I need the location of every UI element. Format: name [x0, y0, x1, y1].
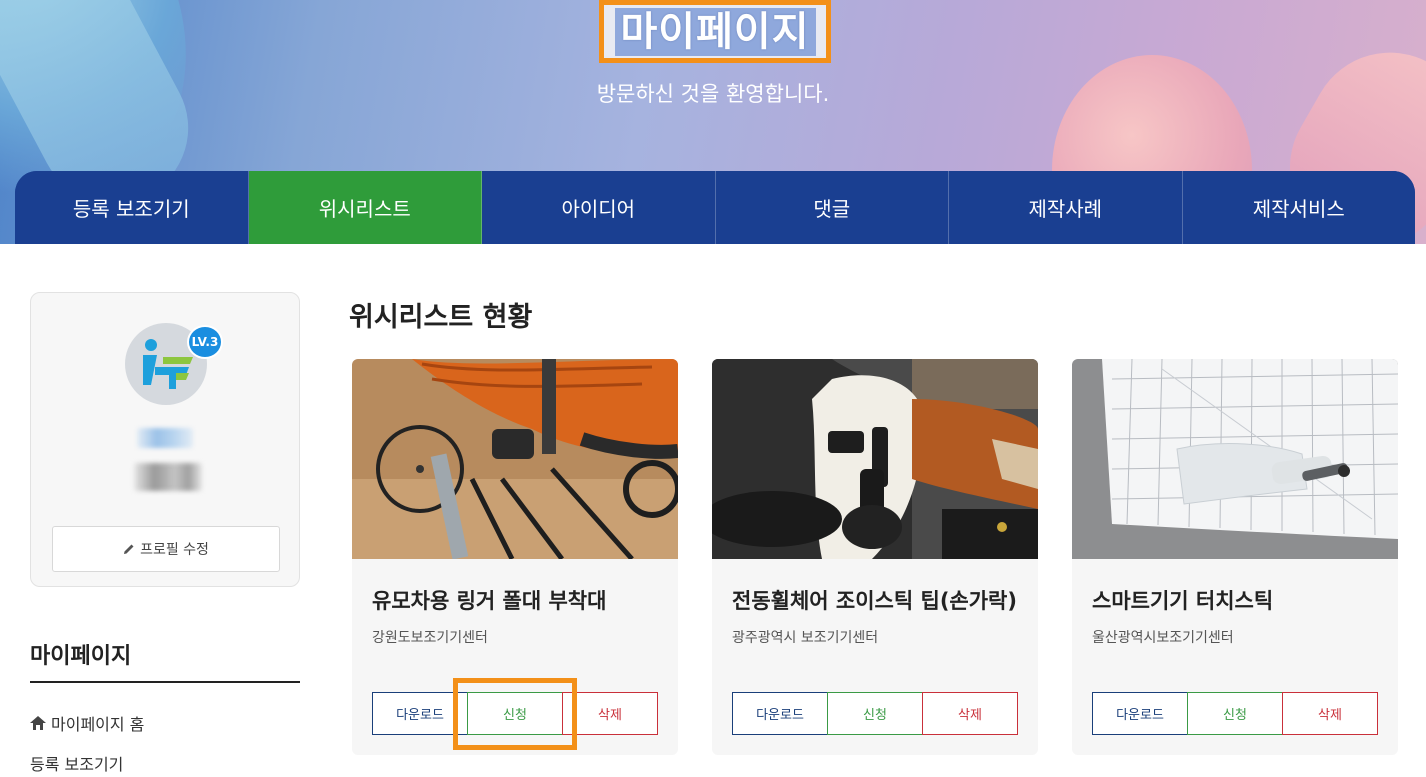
card-organization: 울산광역시보조기기센터 [1092, 630, 1234, 646]
download-button[interactable]: 다운로드 [732, 692, 828, 735]
wheelchair-joystick-tip-photo[interactable] [712, 359, 1038, 559]
blurred-username [137, 428, 193, 448]
sidebar-item-mypage-home[interactable]: 마이페이지 홈 [30, 711, 144, 735]
hero-banner: 마이페이지 방문하신 것을 환영합니다. 등록 보조기기 위시리스트 아이디어 … [0, 0, 1426, 244]
tab-comments[interactable]: 댓글 [715, 171, 949, 244]
apply-button[interactable]: 신청 [827, 692, 923, 735]
level-badge: LV.3 [187, 325, 223, 359]
delete-button[interactable]: 삭제 [1282, 692, 1378, 735]
tab-registered-devices[interactable]: 등록 보조기기 [15, 171, 249, 244]
card-actions: 다운로드 신청 삭제 [372, 692, 658, 735]
wishlist-card: 유모차용 링거 폴대 부착대 강원도보조기기센터 다운로드 신청 삭제 [352, 359, 678, 755]
apply-button[interactable]: 신청 [1187, 692, 1283, 735]
tab-production-cases[interactable]: 제작사례 [949, 171, 1183, 244]
wishlist-card: 스마트기기 터치스틱 울산광역시보조기기센터 다운로드 신청 삭제 [1072, 359, 1398, 755]
card-organization: 광주광역시 보조기기센터 [732, 630, 879, 646]
card-actions: 다운로드 신청 삭제 [1092, 692, 1378, 735]
sidebar-title: 마이페이지 [30, 644, 132, 669]
page-title: 마이페이지 [614, 7, 816, 56]
card-title[interactable]: 전동휠체어 조이스틱 팁(손가락) [732, 585, 1022, 615]
user-logo-icon [143, 339, 193, 389]
touch-stick-on-cutting-mat-photo[interactable] [1072, 359, 1398, 559]
apply-button[interactable]: 신청 [467, 692, 563, 735]
mypage-tabs: 등록 보조기기 위시리스트 아이디어 댓글 제작사례 제작서비스 [15, 171, 1415, 244]
card-organization: 강원도보조기기센터 [372, 630, 488, 646]
download-button[interactable]: 다운로드 [372, 692, 468, 735]
hero-title-highlight: 마이페이지 [599, 0, 831, 63]
sidebar-item-label: 등록 보조기기 [30, 755, 124, 774]
tab-ideas[interactable]: 아이디어 [482, 171, 716, 244]
card-actions: 다운로드 신청 삭제 [732, 692, 1018, 735]
delete-button[interactable]: 삭제 [562, 692, 658, 735]
section-title: 위시리스트 현황 [349, 302, 533, 333]
card-title[interactable]: 스마트기기 터치스틱 [1092, 585, 1382, 615]
pencil-icon [124, 544, 134, 554]
tab-production-service[interactable]: 제작서비스 [1182, 171, 1415, 244]
card-title[interactable]: 유모차용 링거 폴대 부착대 [372, 585, 662, 615]
profile-card: LV.3 프로필 수정 [30, 292, 300, 587]
home-icon [30, 716, 46, 730]
page-subtitle: 방문하신 것을 환영합니다. [596, 82, 830, 106]
sidebar-item-label: 마이페이지 홈 [51, 715, 145, 734]
blurred-user-info [134, 463, 202, 491]
stroller-iv-pole-mount-photo[interactable] [352, 359, 678, 559]
delete-button[interactable]: 삭제 [922, 692, 1018, 735]
edit-profile-button[interactable]: 프로필 수정 [52, 526, 280, 572]
sidebar-item-registered-devices[interactable]: 등록 보조기기 [30, 751, 123, 775]
sidebar-divider [30, 681, 300, 683]
download-button[interactable]: 다운로드 [1092, 692, 1188, 735]
wishlist-card: 전동휠체어 조이스틱 팁(손가락) 광주광역시 보조기기센터 다운로드 신청 삭… [712, 359, 1038, 755]
tab-wishlist[interactable]: 위시리스트 [248, 171, 482, 244]
edit-profile-label: 프로필 수정 [140, 542, 209, 558]
